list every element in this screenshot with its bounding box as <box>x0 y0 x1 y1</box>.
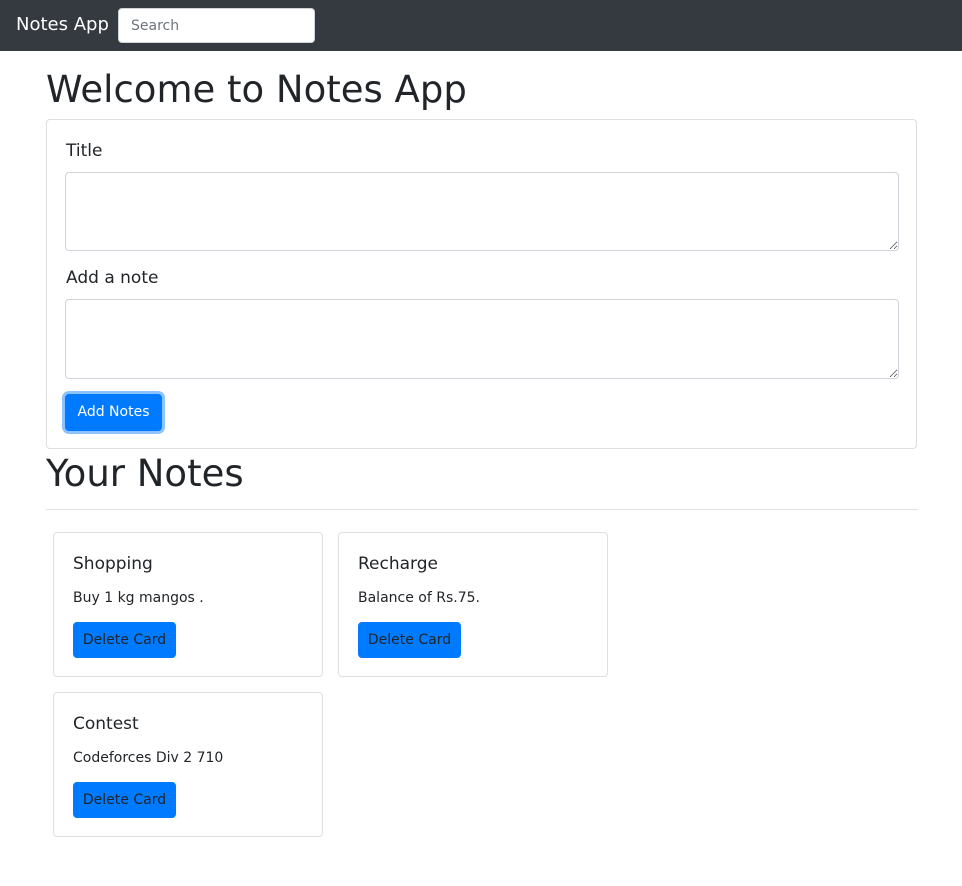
note-label: Add a note <box>66 268 159 288</box>
note-card: Contest Codeforces Div 2 710 Delete Card <box>53 692 323 837</box>
divider <box>46 509 918 510</box>
add-notes-button[interactable]: Add Notes <box>65 394 162 431</box>
notes-heading: Your Notes <box>46 452 244 495</box>
delete-card-button[interactable]: Delete Card <box>73 782 176 818</box>
title-field[interactable] <box>65 172 899 251</box>
page-title: Welcome to Notes App <box>46 68 467 111</box>
navbar: Notes App <box>0 0 962 51</box>
note-title: Shopping <box>73 554 153 574</box>
note-card: Shopping Buy 1 kg mangos . Delete Card <box>53 532 323 677</box>
note-text: Codeforces Div 2 710 <box>73 750 224 766</box>
note-text: Balance of Rs.75. <box>358 590 480 606</box>
note-text: Buy 1 kg mangos . <box>73 590 204 606</box>
note-card: Recharge Balance of Rs.75. Delete Card <box>338 532 608 677</box>
note-field[interactable] <box>65 299 899 379</box>
note-title: Recharge <box>358 554 438 574</box>
search-input[interactable] <box>118 8 315 43</box>
delete-card-button[interactable]: Delete Card <box>73 622 176 658</box>
note-title: Contest <box>73 714 139 734</box>
add-note-form: Title Add a note Add Notes <box>46 119 917 449</box>
delete-card-button[interactable]: Delete Card <box>358 622 461 658</box>
title-label: Title <box>66 141 103 161</box>
brand-link[interactable]: Notes App <box>16 13 109 37</box>
